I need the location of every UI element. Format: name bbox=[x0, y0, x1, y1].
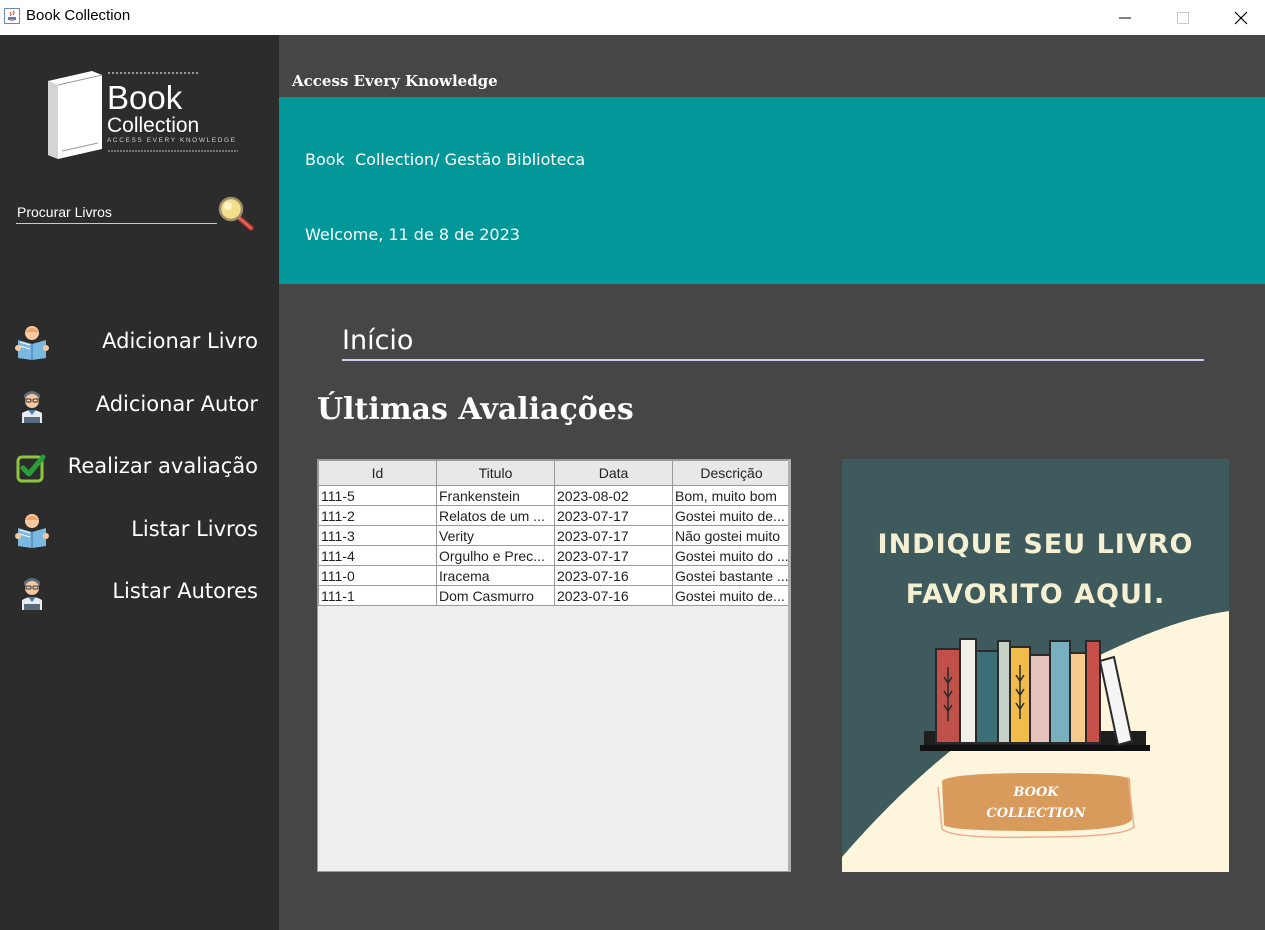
header-banner: Book Collection/ Gestão Biblioteca Welco… bbox=[279, 97, 1265, 284]
maximize-button[interactable] bbox=[1154, 0, 1212, 35]
table-cell: Gostei muito do ... bbox=[672, 545, 788, 566]
minimize-icon bbox=[1119, 17, 1131, 18]
sidebar-item-realizar-avaliacao[interactable]: Realizar avaliação bbox=[0, 441, 279, 493]
sidebar-item-listar-livros[interactable]: Listar Livros bbox=[0, 504, 279, 556]
sidebar-item-adicionar-livro[interactable]: Adicionar Livro bbox=[0, 316, 279, 368]
table-cell: 2023-07-17 bbox=[554, 505, 673, 526]
author-icon bbox=[22, 391, 42, 423]
reviews-heading: Últimas Avaliações bbox=[317, 392, 634, 427]
table-cell: Frankenstein bbox=[436, 485, 555, 506]
maximize-icon bbox=[1177, 11, 1189, 24]
welcome-text: Welcome, 11 de 8 de 2023 bbox=[305, 225, 520, 244]
promo-button-line-1: BOOK bbox=[1013, 785, 1059, 800]
author-icon bbox=[22, 578, 42, 610]
table-cell: Dom Casmurro bbox=[436, 585, 555, 606]
table-cell: Relatos de um ... bbox=[436, 505, 555, 526]
table-cell: Verity bbox=[436, 525, 555, 546]
table-cell: 2023-07-16 bbox=[554, 585, 673, 606]
table-row[interactable]: 111-4 Orgulho e Prec... 2023-07-17 Goste… bbox=[318, 545, 788, 566]
table-cell: Gostei muito de... bbox=[672, 505, 788, 526]
table-cell: Não gostei muito bbox=[672, 525, 788, 546]
reviews-table: Id Titulo Data Descrição 111-5 Frankenst… bbox=[318, 460, 788, 606]
sidebar-item-label: Listar Autores bbox=[112, 579, 258, 603]
window-title: Book Collection bbox=[26, 7, 131, 24]
reader-icon bbox=[15, 326, 49, 360]
table-cell: 111-0 bbox=[318, 565, 437, 586]
table-row[interactable]: 111-1 Dom Casmurro 2023-07-16 Gostei mui… bbox=[318, 585, 788, 606]
table-row[interactable]: 111-5 Frankenstein 2023-08-02 Bom, muito… bbox=[318, 485, 788, 506]
reader-icon bbox=[15, 514, 49, 548]
table-cell: 111-5 bbox=[318, 485, 437, 506]
table-cell: 2023-07-17 bbox=[554, 545, 673, 566]
table-cell: 111-1 bbox=[318, 585, 437, 606]
table-cell: Gostei bastante ... bbox=[672, 565, 788, 586]
search-input[interactable] bbox=[16, 201, 217, 224]
svg-text:Book: Book bbox=[107, 79, 183, 116]
table-cell: 111-2 bbox=[318, 505, 437, 526]
promo-banner[interactable]: INDIQUE SEU LIVRO FAVORITO AQUI. BOOK CO… bbox=[842, 459, 1229, 872]
table-cell: 111-3 bbox=[318, 525, 437, 546]
reviews-table-panel[interactable]: Id Titulo Data Descrição 111-5 Frankenst… bbox=[317, 459, 791, 872]
table-cell: Orgulho e Prec... bbox=[436, 545, 555, 566]
table-row[interactable]: 111-2 Relatos de um ... 2023-07-17 Goste… bbox=[318, 505, 788, 526]
svg-text:Collection: Collection bbox=[107, 114, 199, 137]
sidebar-item-label: Adicionar Autor bbox=[95, 392, 258, 416]
magnifier-icon bbox=[218, 196, 254, 231]
sidebar-item-label: Listar Livros bbox=[131, 517, 258, 541]
svg-text:ACCESS EVERY KNOWLEDGE: ACCESS EVERY KNOWLEDGE bbox=[107, 137, 237, 144]
column-header-data[interactable]: Data bbox=[554, 460, 673, 486]
checkbox-icon bbox=[16, 454, 46, 483]
promo-button-line-2: COLLECTION bbox=[986, 806, 1086, 821]
close-icon bbox=[1234, 11, 1248, 24]
sidebar: Book Collection ACCESS EVERY KNOWLEDGE A… bbox=[0, 35, 279, 930]
promo-button-label: BOOK COLLECTION bbox=[946, 782, 1126, 824]
book-collection-logo: Book Collection ACCESS EVERY KNOWLEDGE bbox=[48, 71, 238, 159]
sidebar-item-label: Realizar avaliação bbox=[67, 454, 258, 478]
close-button[interactable] bbox=[1212, 0, 1265, 35]
table-cell: Gostei muito de... bbox=[672, 585, 788, 606]
table-cell: 2023-07-16 bbox=[554, 565, 673, 586]
search-button[interactable] bbox=[216, 195, 256, 235]
table-cell: 111-4 bbox=[318, 545, 437, 566]
table-header-row: Id Titulo Data Descrição bbox=[318, 460, 788, 486]
table-cell: Bom, muito bom bbox=[672, 485, 788, 506]
table-row[interactable]: 111-0 Iracema 2023-07-16 Gostei bastante… bbox=[318, 565, 788, 586]
sidebar-item-label: Adicionar Livro bbox=[102, 329, 258, 353]
window-titlebar: Book Collection bbox=[0, 0, 1265, 35]
table-cell: Iracema bbox=[436, 565, 555, 586]
column-header-titulo[interactable]: Titulo bbox=[436, 460, 555, 486]
column-header-descricao[interactable]: Descrição bbox=[672, 460, 788, 486]
breadcrumb: Book Collection/ Gestão Biblioteca bbox=[305, 150, 586, 169]
sidebar-item-listar-autores[interactable]: Listar Autores bbox=[0, 566, 279, 618]
table-cell: 2023-08-02 bbox=[554, 485, 673, 506]
table-cell: 2023-07-17 bbox=[554, 525, 673, 546]
java-app-icon bbox=[4, 8, 20, 24]
column-header-id[interactable]: Id bbox=[318, 460, 437, 486]
table-row[interactable]: 111-3 Verity 2023-07-17 Não gostei muito bbox=[318, 525, 788, 546]
promo-line-1: INDIQUE SEU LIVRO bbox=[877, 529, 1194, 560]
header-tagline: Access Every Knowledge bbox=[292, 72, 498, 90]
sidebar-item-adicionar-autor[interactable]: Adicionar Autor bbox=[0, 379, 279, 431]
promo-line-2: FAVORITO AQUI. bbox=[905, 579, 1166, 610]
page-title: Início bbox=[342, 325, 414, 356]
minimize-button[interactable] bbox=[1096, 0, 1154, 35]
title-underline bbox=[342, 359, 1204, 361]
